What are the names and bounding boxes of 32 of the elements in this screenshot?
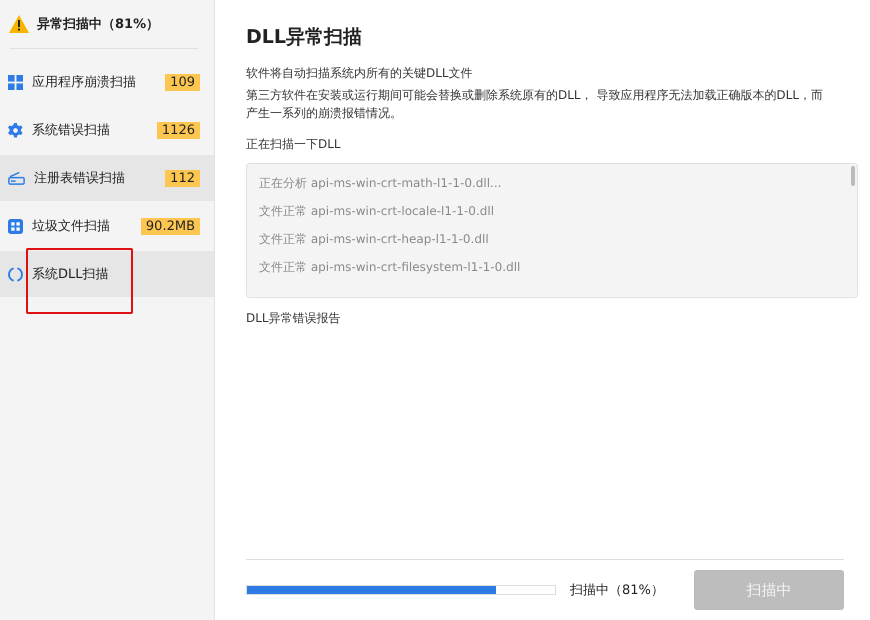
router-icon xyxy=(8,172,25,184)
log-entry: 正在分析 api-ms-win-crt-math-l1-1-0.dll... xyxy=(258,175,502,192)
log-label: 正在扫描一下DLL xyxy=(246,136,342,153)
sidebar-item-label: 应用程序崩溃扫描 xyxy=(32,74,137,91)
sidebar-item[interactable]: 注册表错误扫描 112 xyxy=(0,155,214,201)
grid-icon xyxy=(8,74,23,90)
description-text: 软件将自动扫描系统内所有的关键DLL文件 xyxy=(246,65,474,82)
log-entry: 文件正常 api-ms-win-crt-filesystem-l1-1-0.dll xyxy=(258,259,522,276)
count-badge: 112 xyxy=(165,170,200,186)
count-badge: 109 xyxy=(165,74,200,90)
scrollbar-thumb[interactable] xyxy=(851,166,855,186)
log-entry: 文件正常 api-ms-win-crt-locale-l1-1-0.dll xyxy=(258,203,496,220)
count-badge: 90.2MB xyxy=(140,218,200,234)
scan-status-title: 异常扫描中（81%） xyxy=(37,16,160,33)
sidebar-item-label: 系统DLL扫描 xyxy=(32,266,110,283)
sidebar-item-label: 系统错误扫描 xyxy=(32,122,111,139)
progress-status: 扫描中（81%） xyxy=(570,582,665,599)
gear-icon xyxy=(8,122,23,138)
sidebar-item[interactable]: 系统DLL扫描 xyxy=(0,251,214,297)
warning-icon xyxy=(9,15,29,33)
page-title: DLL异常扫描 xyxy=(246,25,363,50)
sidebar-item[interactable]: 垃圾文件扫描 90.2MB xyxy=(0,203,214,249)
description-text: 第三方软件在安装或运行期间可能会替换或删除系统原有的DLL， 导致应用程序无法加载正确版本的DLL，而产生一系列的崩溃报错情况。 xyxy=(246,87,824,122)
log-entry: 文件正常 api-ms-win-crt-heap-l1-1-0.dll xyxy=(258,231,490,248)
sidebar-item[interactable]: 应用程序崩溃扫描 109 xyxy=(0,59,214,105)
sidebar-item-label: 注册表错误扫描 xyxy=(34,170,126,187)
sidebar-item-label: 垃圾文件扫描 xyxy=(32,218,111,235)
sidebar-item[interactable]: 系统错误扫描 1126 xyxy=(0,107,214,153)
apps-icon xyxy=(8,218,23,234)
count-badge: 1126 xyxy=(156,122,200,138)
refresh-icon xyxy=(8,266,23,282)
report-label: DLL异常错误报告 xyxy=(246,310,342,327)
